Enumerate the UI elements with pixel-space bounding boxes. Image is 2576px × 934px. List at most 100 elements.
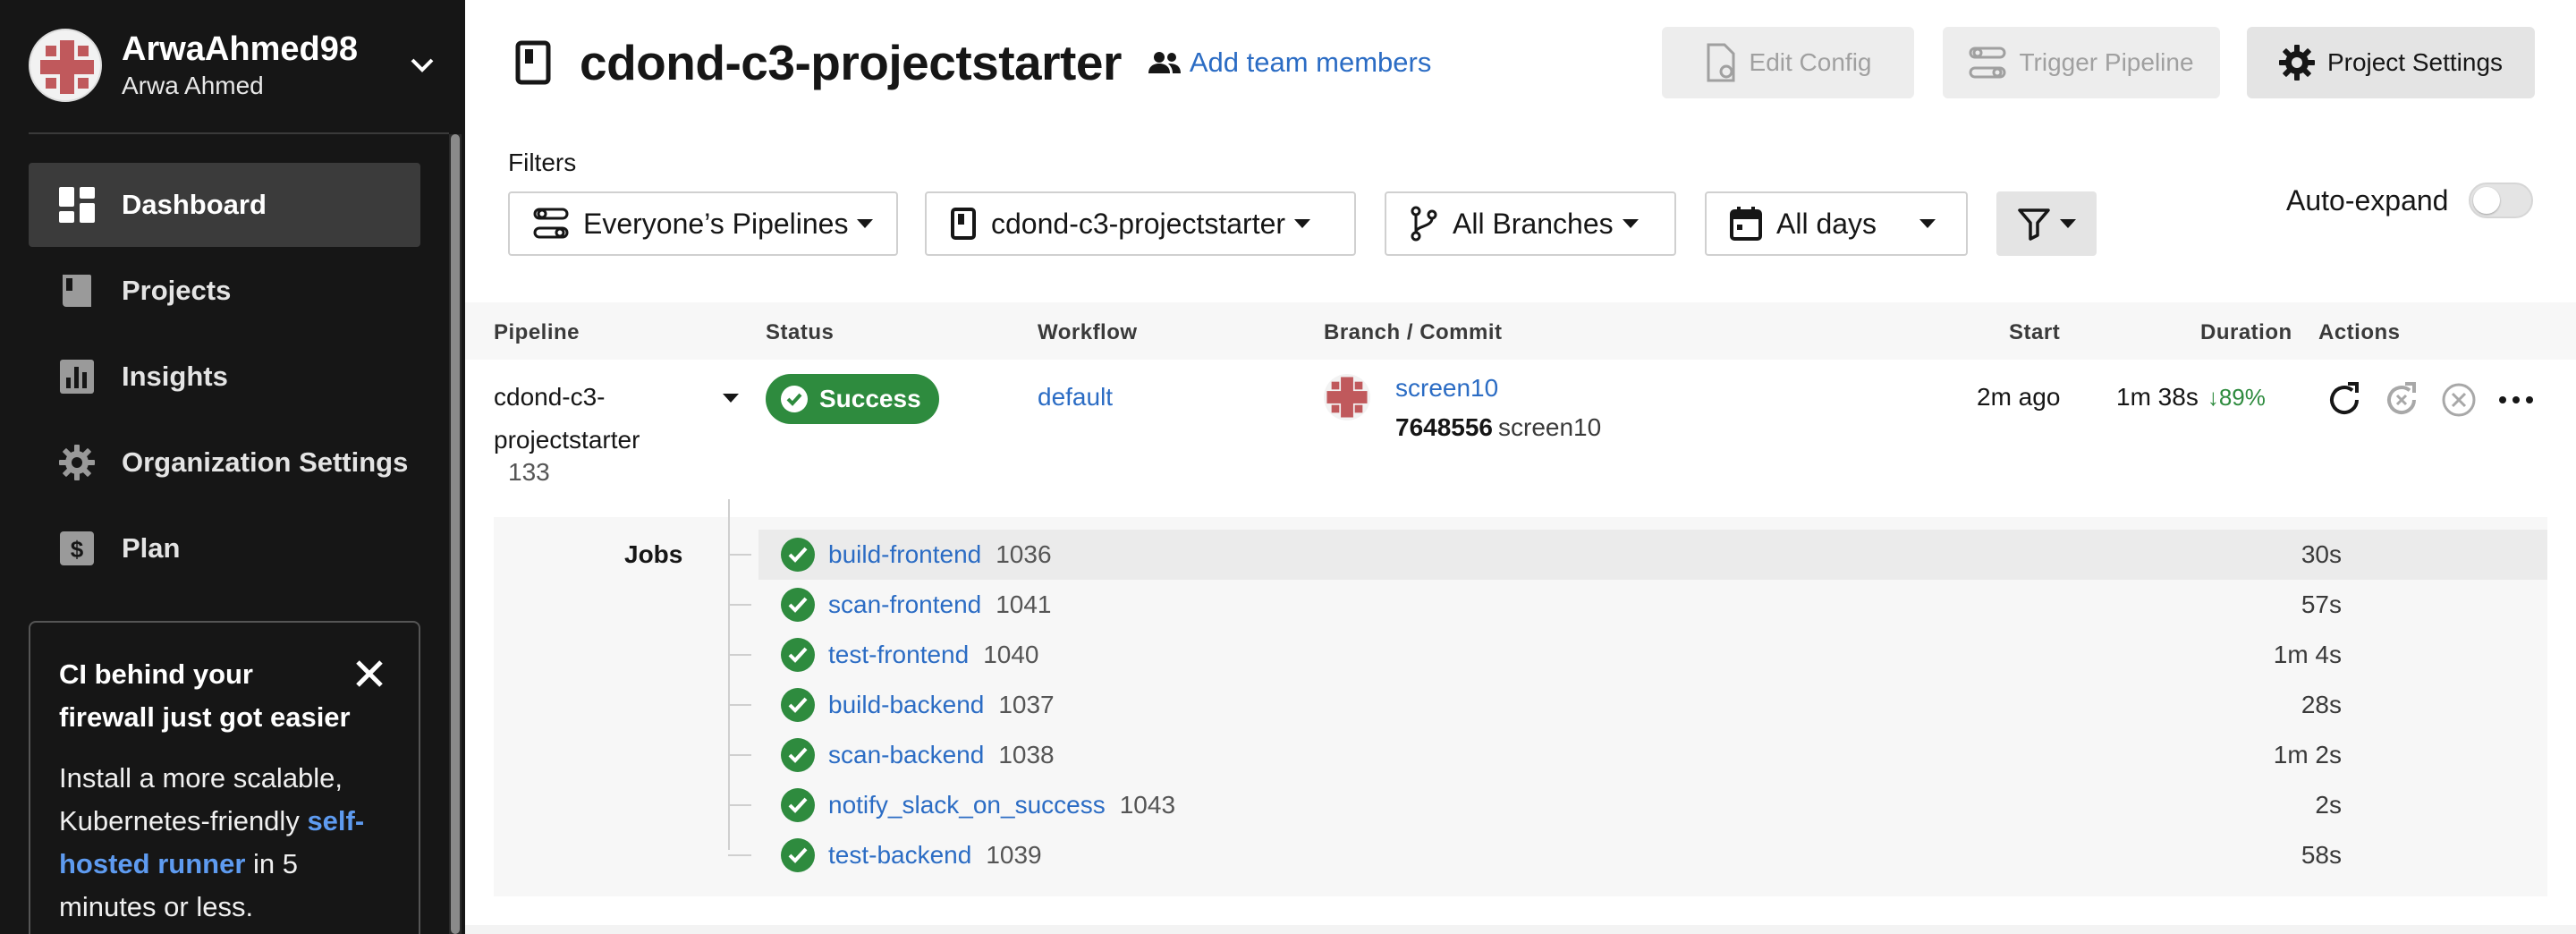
col-actions: Actions — [2318, 320, 2401, 344]
add-team-members-link[interactable]: Add team members — [1148, 47, 1432, 79]
commit-hash-link[interactable]: 7648556 — [1395, 413, 1493, 441]
sidebar: ArwaAhmed98 Arwa Ahmed Dashboard Project… — [0, 0, 465, 934]
job-row[interactable]: scan-frontend 1041 57s — [728, 580, 2547, 630]
sidebar-item-projects[interactable]: Projects — [29, 249, 420, 333]
org-name: Arwa Ahmed — [122, 72, 264, 99]
job-number: 1040 — [983, 641, 1039, 668]
auto-expand-label: Auto-expand — [2286, 184, 2449, 217]
job-name-link[interactable]: notify_slack_on_success — [828, 791, 1106, 819]
caret-down-icon — [1919, 219, 1936, 228]
pipelines-filter[interactable]: Everyone’s Pipelines — [508, 191, 898, 256]
check-circle-icon — [781, 588, 815, 622]
job-name-link[interactable]: scan-frontend — [828, 590, 981, 619]
sidebar-item-label: Insights — [122, 361, 228, 392]
more-options-icon[interactable] — [2496, 379, 2537, 420]
file-settings-icon — [1707, 43, 1735, 82]
sidebar-item-plan[interactable]: $ Plan — [29, 506, 420, 590]
insights-icon — [59, 359, 95, 395]
job-row[interactable]: build-backend 1037 28s — [728, 680, 2547, 730]
job-row[interactable]: test-frontend 1040 1m 4s — [728, 630, 2547, 680]
job-name-link[interactable]: scan-backend — [828, 741, 984, 769]
check-circle-icon — [781, 688, 815, 722]
sidebar-scrollbar[interactable] — [449, 134, 462, 934]
job-name-link[interactable]: test-backend — [828, 841, 971, 870]
job-row[interactable]: test-backend 1039 58s — [728, 830, 2547, 880]
rerun-icon[interactable] — [2324, 379, 2365, 420]
cancel-icon[interactable] — [2438, 379, 2479, 420]
sidebar-item-insights[interactable]: Insights — [29, 335, 420, 419]
days-filter-value: All days — [1776, 207, 1877, 240]
job-duration: 57s — [2301, 590, 2342, 618]
check-circle-icon — [781, 638, 815, 672]
col-status: Status — [766, 320, 835, 344]
branch-icon — [1410, 206, 1438, 242]
main-content: cdond-c3-projectstarter Add team members… — [465, 0, 2576, 934]
auto-expand-toggle[interactable] — [2469, 183, 2533, 218]
expand-caret-icon[interactable] — [723, 394, 739, 403]
page-header: cdond-c3-projectstarter Add team members — [512, 27, 1431, 98]
sidebar-item-label: Organization Settings — [122, 446, 409, 478]
job-name-link[interactable]: build-frontend — [828, 540, 981, 569]
col-start: Start — [2009, 320, 2061, 344]
job-row[interactable]: scan-backend 1038 1m 2s — [728, 730, 2547, 780]
col-workflow: Workflow — [1038, 320, 1138, 344]
page-title: cdond-c3-projectstarter — [580, 35, 1122, 90]
projects-icon — [59, 273, 95, 309]
sidebar-item-dashboard[interactable]: Dashboard — [29, 163, 420, 247]
status-badge[interactable]: Success — [766, 374, 939, 424]
branches-filter-value: All Branches — [1453, 207, 1614, 240]
gear-icon — [2278, 45, 2315, 81]
trigger-pipeline-label: Trigger Pipeline — [2019, 48, 2194, 76]
job-row[interactable]: notify_slack_on_success 1043 2s — [728, 780, 2547, 830]
svg-text:$: $ — [71, 536, 84, 563]
job-name-link[interactable]: build-backend — [828, 691, 984, 719]
sidebar-item-label: Plan — [122, 532, 181, 564]
pipelines-filter-value: Everyone’s Pipelines — [583, 207, 849, 240]
promo-text: Install a more scalable, Kubernetes-frie… — [59, 762, 343, 836]
commit-info: 7648556 screen10 — [1395, 413, 1601, 442]
sidebar-item-label: Projects — [122, 275, 232, 306]
chevron-down-icon[interactable] — [404, 47, 440, 83]
sliders-icon — [1969, 47, 2006, 79]
job-duration: 28s — [2301, 691, 2342, 718]
add-team-label: Add team members — [1189, 47, 1432, 78]
check-circle-icon — [781, 788, 815, 822]
rerun-failed-icon[interactable] — [2381, 379, 2422, 420]
col-pipeline: Pipeline — [494, 320, 580, 344]
project-icon — [512, 38, 555, 88]
job-duration: 1m 2s — [2273, 741, 2342, 768]
jobs-label: Jobs — [624, 540, 683, 568]
project-settings-label: Project Settings — [2326, 48, 2504, 76]
project-filter[interactable]: cdond-c3-projectstarter — [925, 191, 1356, 256]
avatar — [29, 29, 102, 102]
branches-filter[interactable]: All Branches — [1385, 191, 1676, 256]
advanced-filter-button[interactable] — [1996, 191, 2097, 256]
caret-down-icon — [857, 219, 874, 228]
project-icon — [950, 207, 977, 241]
sidebar-nav: Dashboard Projects Insights Organization… — [29, 163, 420, 592]
check-circle-icon — [781, 538, 815, 572]
caret-down-icon — [1294, 219, 1311, 228]
caret-down-icon — [1622, 219, 1639, 228]
sidebar-divider — [29, 132, 449, 134]
job-row[interactable]: build-frontend 1036 30s — [728, 530, 2547, 580]
days-filter[interactable]: All days — [1705, 191, 1968, 256]
workflow-link[interactable]: default — [1038, 383, 1113, 412]
user-menu[interactable]: ArwaAhmed98 Arwa Ahmed — [29, 25, 440, 106]
pipeline-name-link[interactable]: cdond-c3-projectstarter — [494, 376, 655, 462]
edit-config-button[interactable]: Edit Config — [1662, 27, 1914, 98]
sidebar-item-label: Dashboard — [122, 189, 267, 220]
table-header: Pipeline Status Workflow Branch / Commit… — [465, 302, 2576, 360]
sidebar-item-organization-settings[interactable]: Organization Settings — [29, 420, 420, 505]
row-actions — [2324, 379, 2553, 420]
jobs-list: build-frontend 1036 30s scan-frontend 10… — [728, 530, 2547, 880]
sliders-icon — [533, 207, 569, 241]
job-number: 1038 — [998, 741, 1055, 768]
trigger-pipeline-button[interactable]: Trigger Pipeline — [1943, 27, 2220, 98]
branch-link[interactable]: screen10 — [1395, 374, 1498, 403]
job-name-link[interactable]: test-frontend — [828, 641, 969, 669]
dollar-icon: $ — [59, 531, 95, 566]
project-settings-button[interactable]: Project Settings — [2247, 27, 2535, 98]
job-number: 1041 — [996, 590, 1052, 618]
close-icon[interactable] — [354, 658, 385, 689]
